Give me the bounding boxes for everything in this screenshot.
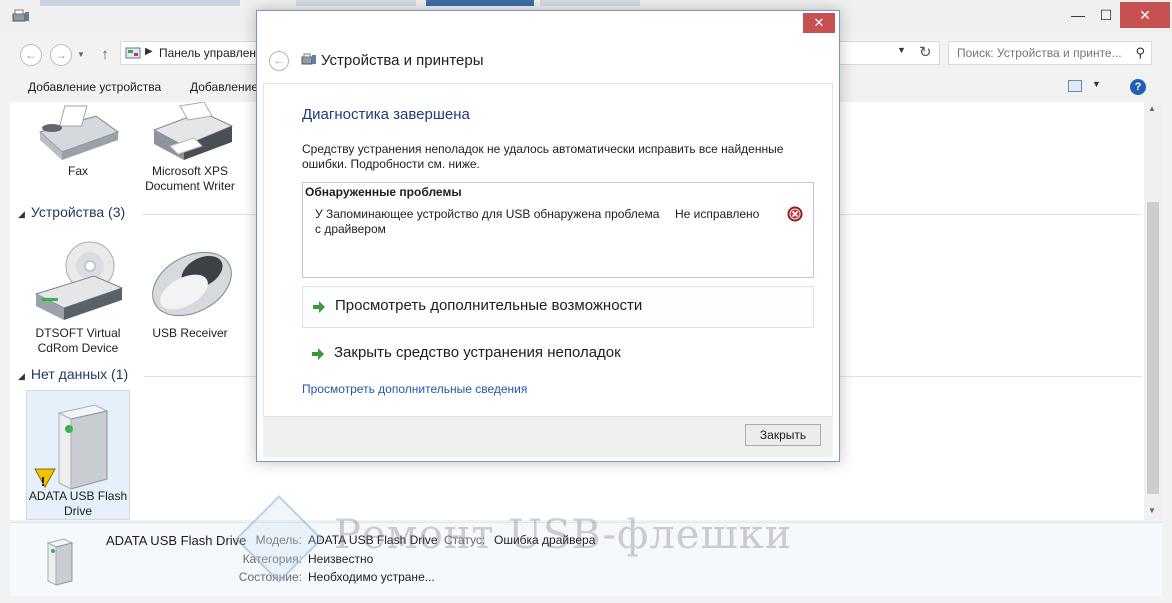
- scroll-down-icon[interactable]: ▼: [1148, 506, 1156, 515]
- collapse-triangle-icon[interactable]: ◢: [18, 371, 25, 381]
- change-view-icon[interactable]: [1068, 80, 1082, 92]
- refresh-icon[interactable]: ↻: [919, 43, 932, 61]
- printer-icon: [152, 101, 234, 160]
- device-item-usb-receiver[interactable]: USB Receiver: [138, 240, 242, 341]
- help-icon[interactable]: ?: [1130, 79, 1146, 95]
- device-label: DTSOFT Virtual CdRom Device: [35, 326, 121, 355]
- recent-locations-dropdown[interactable]: ▼: [77, 50, 85, 59]
- search-input[interactable]: [955, 45, 1125, 61]
- green-arrow-icon: [312, 348, 324, 360]
- cdrom-drive-icon: [34, 241, 124, 320]
- problem-description: У Запоминающее устройство для USB обнару…: [315, 207, 660, 236]
- arrow-left-icon: ←: [273, 55, 285, 67]
- device-item-dtsoft-cdrom[interactable]: DTSOFT Virtual CdRom Device: [28, 240, 128, 356]
- group-title: Устройства (3): [30, 204, 126, 220]
- details-row-state: Состояние: Необходимо устране...: [210, 570, 435, 584]
- taskbar-strip: [426, 0, 534, 6]
- view-dropdown-icon[interactable]: ▼: [1092, 79, 1101, 89]
- up-button[interactable]: ↑: [96, 44, 114, 64]
- close-dialog-button[interactable]: Закрыть: [745, 424, 821, 446]
- green-arrow-icon: [313, 301, 325, 313]
- taskbar-strip: [296, 0, 416, 6]
- fax-icon: [38, 105, 120, 160]
- problems-title: Обнаруженные проблемы: [305, 185, 462, 199]
- collapse-triangle-icon[interactable]: ◢: [18, 209, 25, 219]
- problems-list: Обнаруженные проблемы У Запоминающее уст…: [302, 182, 814, 278]
- mouse-icon: [152, 251, 232, 317]
- control-panel-icon: [125, 47, 141, 59]
- view-details-link[interactable]: Просмотреть дополнительные сведения: [302, 382, 527, 396]
- troubleshooter-dialog: ✕ ← Устройства и принтеры Диагностика за…: [256, 10, 840, 462]
- minimize-button[interactable]: —: [1064, 2, 1092, 28]
- device-label: Fax: [67, 164, 88, 178]
- group-header-devices[interactable]: ◢ Устройства (3): [18, 204, 125, 220]
- close-button[interactable]: ✕: [1120, 2, 1170, 28]
- problem-status: Не исправлено: [675, 207, 760, 221]
- dialog-title: Устройства и принтеры: [321, 52, 484, 69]
- arrow-left-icon: ←: [25, 48, 37, 62]
- close-troubleshooter-button[interactable]: Закрыть средство устранения неполадок: [302, 334, 814, 376]
- details-key: Состояние:: [238, 570, 302, 584]
- device-label: Microsoft XPS Document Writer: [145, 164, 235, 193]
- device-label: ADATA USB Flash Drive: [28, 489, 128, 518]
- scrollbar-thumb[interactable]: [1147, 202, 1159, 494]
- back-button[interactable]: ←: [20, 44, 42, 66]
- maximize-button[interactable]: ☐: [1092, 2, 1120, 28]
- search-icon[interactable]: ⚲: [1135, 45, 1145, 61]
- dialog-footer: Закрыть: [263, 417, 833, 457]
- forward-button[interactable]: →: [50, 44, 72, 66]
- diagnosis-description: Средству устранения неполадок не удалось…: [302, 142, 784, 171]
- arrow-up-icon: ↑: [101, 45, 109, 63]
- breadcrumb-separator: ▶: [145, 46, 153, 57]
- device-item-adata-flash[interactable]: ADATA USB Flash Drive: [26, 390, 130, 520]
- devices-printers-icon: [12, 9, 29, 22]
- devices-printers-icon: [301, 53, 316, 65]
- vertical-scrollbar[interactable]: ▲ ▼: [1144, 102, 1162, 520]
- view-more-options-button[interactable]: Просмотреть дополнительные возможности: [302, 286, 814, 328]
- dialog-back-button[interactable]: ←: [269, 51, 289, 71]
- error-icon: [787, 206, 803, 222]
- breadcrumb-path[interactable]: Панель управлен: [159, 46, 256, 60]
- taskbar-strip: [40, 0, 240, 6]
- device-label: USB Receiver: [152, 326, 228, 340]
- dialog-header: ✕ ← Устройства и принтеры: [257, 11, 839, 83]
- usb-drive-icon: [46, 538, 74, 586]
- usb-drive-warning-icon: [34, 404, 109, 490]
- address-dropdown-icon[interactable]: ▼: [897, 45, 906, 55]
- device-item-fax[interactable]: Fax: [28, 102, 128, 179]
- watermark-text: Ремонт USB-флешки: [334, 512, 793, 558]
- dialog-body: Диагностика завершена Средству устранени…: [263, 83, 833, 417]
- taskbar-strip: [540, 0, 640, 6]
- group-title: Нет данных (1): [30, 366, 129, 382]
- device-item-xps-writer[interactable]: Microsoft XPS Document Writer: [138, 101, 242, 194]
- search-box[interactable]: ⚲: [948, 41, 1152, 65]
- add-device-button[interactable]: Добавление устройства: [28, 80, 161, 94]
- details-value: Необходимо устране...: [308, 570, 435, 584]
- dialog-close-button[interactable]: ✕: [803, 13, 835, 33]
- option-label: Просмотреть дополнительные возможности: [335, 297, 643, 314]
- diagnosis-heading: Диагностика завершена: [302, 106, 470, 123]
- option-label: Закрыть средство устранения неполадок: [334, 344, 621, 361]
- add-printer-button[interactable]: Добавление: [190, 80, 258, 94]
- scroll-up-icon[interactable]: ▲: [1148, 104, 1156, 113]
- arrow-right-icon: →: [55, 48, 67, 62]
- group-header-no-data[interactable]: ◢ Нет данных (1): [18, 366, 128, 382]
